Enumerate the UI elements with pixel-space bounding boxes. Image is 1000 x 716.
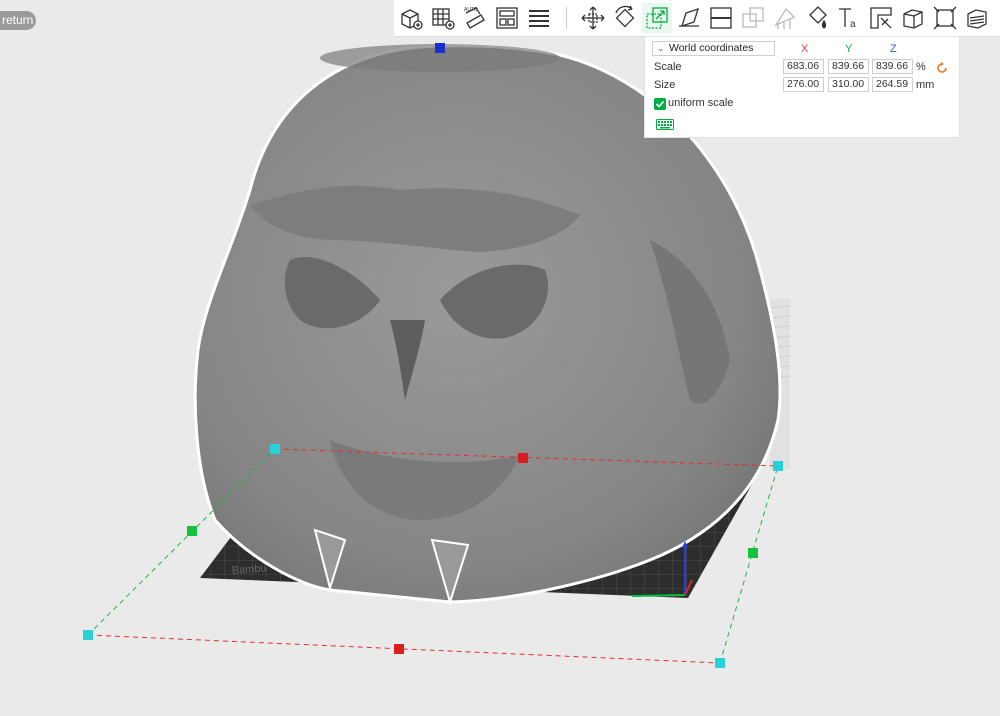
handle-corner — [773, 461, 783, 471]
rotate-icon[interactable] — [610, 3, 640, 33]
scale-unit: % — [916, 61, 926, 73]
add-cube-icon[interactable] — [396, 3, 426, 33]
move-icon[interactable] — [578, 3, 608, 33]
return-button[interactable]: return — [0, 11, 36, 30]
slice-layers-icon[interactable] — [962, 3, 992, 33]
scale-icon[interactable] — [642, 3, 672, 33]
handle-y — [187, 526, 197, 536]
size-unit: mm — [916, 79, 935, 91]
axis-z-header: Z — [890, 43, 897, 55]
scale-z-input[interactable]: 839.66 — [872, 59, 913, 74]
layers-icon[interactable] — [524, 3, 554, 33]
text-icon[interactable]: a — [834, 3, 864, 33]
top-toolbar: AUTO a — [394, 0, 1000, 37]
color-paint-icon[interactable] — [802, 3, 832, 33]
size-z-input[interactable]: 264.59 — [872, 77, 913, 92]
handle-top-z — [435, 43, 445, 53]
coordinate-system-select[interactable]: ⌄ World coordinates — [652, 41, 775, 56]
scale-y-input[interactable]: 839.66 — [828, 59, 869, 74]
add-plate-icon[interactable] — [428, 3, 458, 33]
chevron-down-icon: ⌄ — [657, 43, 665, 53]
check-icon — [655, 100, 665, 108]
axis-x-header: X — [801, 43, 809, 55]
svg-text:a: a — [850, 19, 856, 30]
boolean-icon[interactable] — [738, 3, 768, 33]
lay-on-face-icon[interactable] — [674, 3, 704, 33]
support-paint-icon[interactable] — [770, 3, 800, 33]
svg-text:Bambu: Bambu — [231, 563, 267, 577]
cut-icon[interactable] — [706, 3, 736, 33]
handle-x — [518, 453, 528, 463]
measure-icon[interactable] — [866, 3, 896, 33]
scale-label: Scale — [654, 61, 682, 73]
scale-x-input[interactable]: 683.06 — [783, 59, 824, 74]
handle-y — [748, 548, 758, 558]
auto-orient-icon[interactable]: AUTO — [460, 3, 490, 33]
handle-corner — [83, 630, 93, 640]
uniform-scale-label: uniform scale — [668, 97, 734, 109]
handle-x — [394, 644, 404, 654]
uniform-scale-checkbox[interactable] — [654, 98, 666, 110]
keyboard-icon[interactable] — [656, 119, 674, 130]
handle-corner — [270, 444, 280, 454]
size-label: Size — [654, 79, 676, 91]
variable-layer-icon[interactable] — [898, 3, 928, 33]
reset-icon[interactable] — [935, 61, 949, 75]
handle-corner — [715, 658, 725, 668]
fuzzy-skin-icon[interactable] — [930, 3, 960, 33]
size-y-input[interactable]: 310.00 — [828, 77, 869, 92]
svg-text:AUTO: AUTO — [464, 7, 478, 13]
scale-panel: ⌄ World coordinates X Y Z Scale 683.06 8… — [644, 36, 960, 138]
size-x-input[interactable]: 276.00 — [783, 77, 824, 92]
axis-y-header: Y — [845, 43, 853, 55]
arrange-icon[interactable] — [492, 3, 522, 33]
toolbar-separator — [566, 7, 567, 29]
coordinate-system-value: World coordinates — [669, 42, 754, 54]
